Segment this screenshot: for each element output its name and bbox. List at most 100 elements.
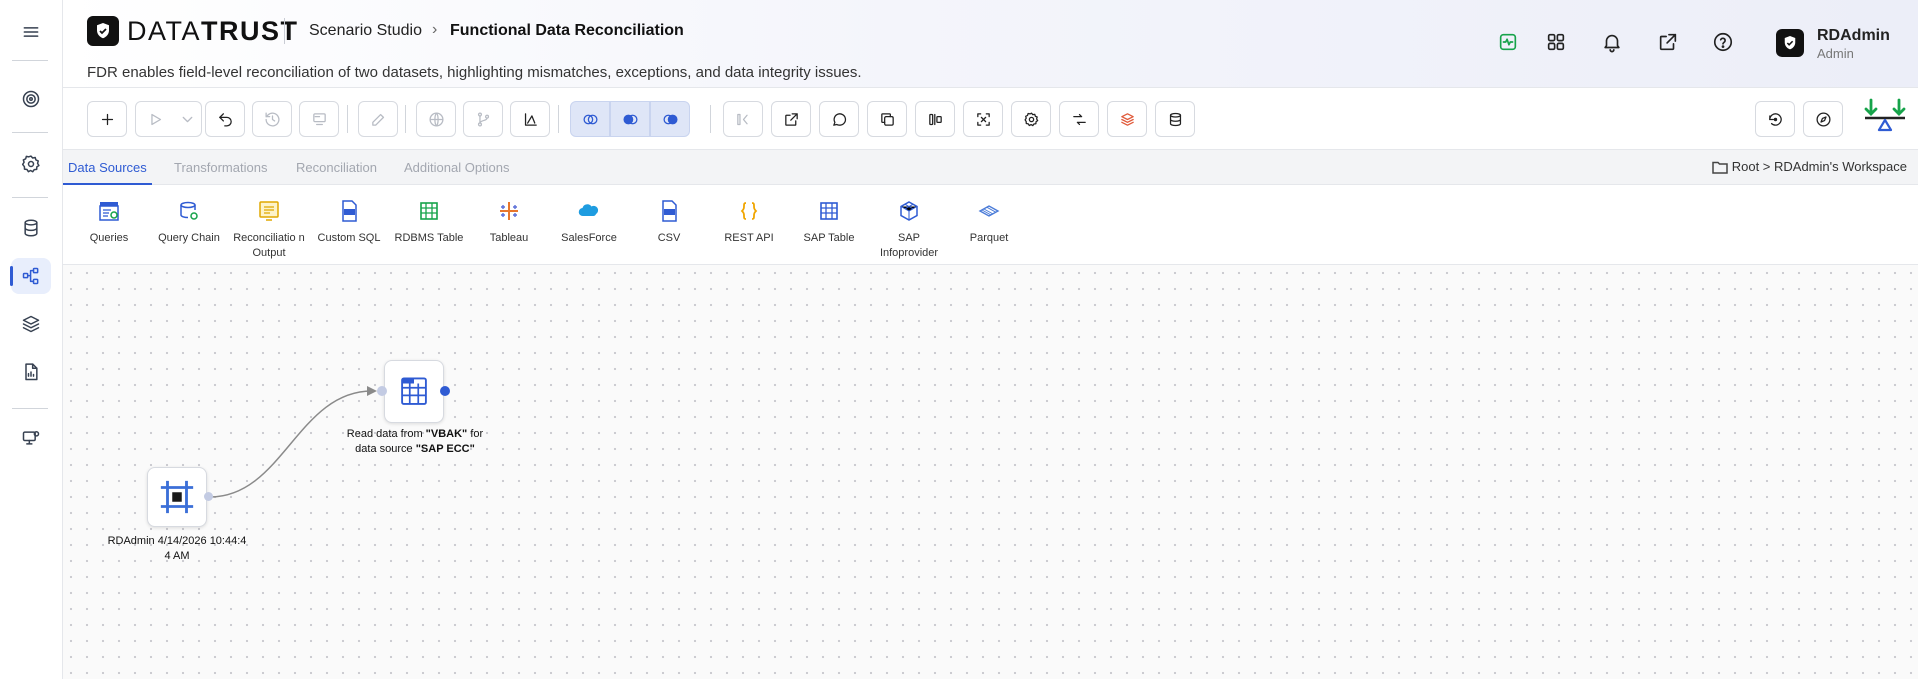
shield-check-icon [97,23,109,39]
workspace-breadcrumb[interactable]: Root > RDAdmin's Workspace [1711,159,1907,174]
monitor-settings-icon[interactable] [11,420,51,456]
connector-layer [209,386,377,498]
palette-label: Queries [89,232,129,244]
rail-divider [12,60,48,61]
history-icon [264,111,279,127]
node-settings-button[interactable] [1011,101,1051,137]
globe-button[interactable] [416,101,456,137]
external-link-icon[interactable] [1657,31,1679,58]
sap-table-icon [401,376,427,405]
palette-item-query-chain[interactable]: Query Chain [151,199,227,246]
join-right-button[interactable] [650,101,690,137]
tab-transformations[interactable]: Transformations [169,150,272,185]
sql-file-icon [342,200,357,222]
user-avatar[interactable] [1776,29,1804,57]
export-button[interactable] [771,101,811,137]
target-icon[interactable] [11,81,51,117]
palette-label: REST API [724,232,774,244]
brand-wordmark: DATATRUST [127,16,299,46]
palette-label: RDBMS Table [394,232,464,244]
palette-item-parquet[interactable]: Parquet [951,199,1027,246]
palette-item-queries[interactable]: Queries [71,199,147,246]
focus-button[interactable] [963,101,1003,137]
page-subtitle: FDR enables field-level reconciliation o… [87,64,862,81]
chart-button[interactable] [510,101,550,137]
frame-crop-icon [160,480,194,514]
sap-table-node[interactable] [384,360,444,423]
collapse-button[interactable] [723,101,763,137]
workflow-icon[interactable] [10,258,51,294]
workspace-path: Root > RDAdmin's Workspace [1731,159,1907,174]
activity-icon[interactable] [1497,31,1519,58]
left-nav-rail [0,0,63,679]
run-options-dropdown[interactable] [174,101,202,137]
palette-label: Custom SQL [317,232,381,244]
undo-button[interactable] [205,101,245,137]
breadcrumb-studio[interactable]: Scenario Studio [309,22,422,40]
rail-divider [12,132,48,133]
palette-label: SalesForce [561,232,617,244]
join-left-icon [582,114,598,124]
reconciliation-output-icon [259,201,279,221]
comment-icon [832,112,846,126]
edit-button[interactable] [358,101,398,137]
comment-button[interactable] [819,101,859,137]
split-button[interactable] [915,101,955,137]
palette-item-rdbms-table[interactable]: RDBMS Table [391,199,467,246]
preview-button[interactable] [299,101,339,137]
palette-item-sap-infoprovider[interactable]: SAP Infoprovider [871,199,947,261]
salesforce-cloud-icon [578,204,599,217]
connector-arrowhead-icon [367,386,377,396]
tab-additional-options[interactable]: Additional Options [399,150,515,185]
start-node-output-handle[interactable] [204,492,213,501]
database-button[interactable] [1155,101,1195,137]
stack-button[interactable] [1107,101,1147,137]
user-name[interactable]: RDAdmin [1817,27,1890,45]
header-divider [284,18,285,44]
sap-node-output-handle[interactable] [440,386,450,396]
navigate-button[interactable] [1803,101,1843,137]
palette-label: SAP Infoprovider [879,232,939,259]
palette-label: SAP Table [803,232,855,244]
database-icon[interactable] [11,210,51,246]
queries-icon [99,202,119,221]
toolbar-divider [558,105,559,133]
hamburger-menu-icon[interactable] [11,14,51,50]
duplicate-button[interactable] [867,101,907,137]
join-left-button[interactable] [570,101,610,137]
globe-icon [428,111,444,127]
cube-icon [900,201,918,221]
palette-item-rest-api[interactable]: REST API [711,199,787,246]
tab-reconciliation[interactable]: Reconciliation [291,150,382,185]
layers-icon[interactable] [11,306,51,342]
run-button[interactable] [135,101,175,137]
toolbar-divider [347,105,348,133]
palette-item-salesforce[interactable]: SalesForce [551,199,627,246]
palette-label: CSV [657,232,681,244]
transfer-button[interactable] [1059,101,1099,137]
history-button[interactable] [252,101,292,137]
help-icon[interactable] [1712,31,1734,58]
git-branch-icon [477,111,489,127]
palette-item-custom-sql[interactable]: Custom SQL [311,199,387,246]
palette-item-reconciliation-output[interactable]: Reconciliatio n Output [231,199,307,261]
settings-gear-icon[interactable] [11,146,51,182]
join-inner-button[interactable] [610,101,650,137]
tabs-bar: Data Sources Transformations Reconciliat… [63,150,1918,185]
branch-button[interactable] [463,101,503,137]
bell-icon[interactable] [1601,31,1623,58]
report-document-icon[interactable] [11,354,51,390]
start-node[interactable] [147,467,207,527]
palette-item-tableau[interactable]: Tableau [471,199,547,246]
workflow-canvas[interactable]: RDAdmin 4/14/2026 10:44:4 4 AM Read data… [63,265,1918,679]
tab-data-sources[interactable]: Data Sources [63,150,152,185]
palette-item-csv[interactable]: CSV [631,199,707,246]
restore-button[interactable] [1755,101,1795,137]
apps-grid-icon[interactable] [1545,31,1567,58]
palette-item-sap-table[interactable]: SAP Table [791,199,867,246]
app-header: DATATRUST Scenario Studio › Functional D… [63,0,1918,88]
sap-node-input-handle[interactable] [377,386,387,396]
reconcile-balance-icon[interactable] [1862,96,1908,142]
add-button[interactable] [87,101,127,137]
sap-table-icon [820,202,838,220]
